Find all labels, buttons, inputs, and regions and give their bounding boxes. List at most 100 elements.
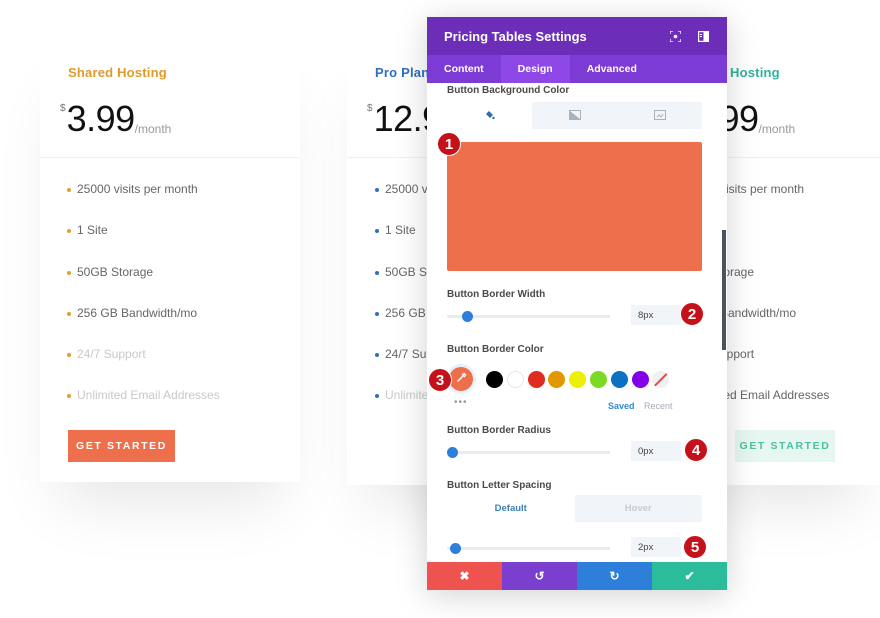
tab-advanced[interactable]: Advanced <box>570 55 654 83</box>
bullet-icon <box>67 311 71 316</box>
swatch-purple[interactable] <box>631 371 649 388</box>
get-started-button[interactable]: GET STARTED <box>735 430 835 462</box>
tab-design[interactable]: Design <box>500 55 570 83</box>
tab-default[interactable]: Default <box>447 495 575 522</box>
border-width-input[interactable]: 8px <box>631 305 681 325</box>
border-radius-label: Button Border Radius <box>447 425 551 436</box>
price-period: /month <box>134 122 172 136</box>
tab-gradient[interactable] <box>532 102 617 129</box>
modal-tabs: Content Design Advanced <box>427 55 727 83</box>
undo-button[interactable]: ↺ <box>502 562 577 590</box>
split-view-icon[interactable] <box>690 23 717 50</box>
border-radius-slider[interactable] <box>447 447 610 458</box>
close-icon: ✖ <box>459 569 470 583</box>
bullet-icon <box>375 188 379 192</box>
pricing-card-shared-hosting: Shared Hosting $ 3.99 /month 25000 visit… <box>40 40 300 482</box>
feature-item <box>720 223 829 264</box>
bullet-icon <box>375 229 379 234</box>
step-badge: 1 <box>437 132 461 156</box>
paint-bucket-icon <box>484 107 495 125</box>
modal-header[interactable]: Pricing Tables Settings <box>427 17 727 55</box>
gradient-icon <box>568 107 581 125</box>
tab-hover[interactable]: Hover <box>575 495 703 522</box>
letter-spacing-slider[interactable] <box>447 543 610 554</box>
step-badge: 2 <box>680 302 704 326</box>
color-picker-button[interactable] <box>449 367 473 391</box>
get-started-button[interactable]: GET STARTED <box>68 430 175 462</box>
feature-item: 50GB Storage <box>67 265 220 306</box>
swatch-black[interactable] <box>486 371 503 388</box>
tab-content[interactable]: Content <box>427 55 501 83</box>
feature-list: visits per month torage Bandwidth/mo upp… <box>720 182 829 430</box>
swatch-blue[interactable] <box>610 371 628 388</box>
redo-button[interactable]: ↻ <box>577 562 652 590</box>
slider-handle[interactable] <box>450 543 462 554</box>
price: $ 3.99 /month <box>60 98 171 140</box>
undo-icon: ↺ <box>534 569 545 583</box>
feature-item: 1 Site <box>67 223 220 264</box>
feature-item: visits per month <box>720 182 805 196</box>
bg-color-label: Button Background Color <box>447 85 570 96</box>
image-icon <box>653 107 666 125</box>
card-title: Shared Hosting <box>68 65 167 80</box>
cancel-button[interactable]: ✖ <box>427 562 502 590</box>
feature-item: 256 GB Bandwidth/mo <box>67 306 220 347</box>
bullet-icon <box>67 353 71 358</box>
border-radius-input[interactable]: 0px <box>631 441 681 461</box>
border-color-label: Button Border Color <box>447 344 544 355</box>
letter-spacing-input[interactable]: 2px <box>631 537 681 557</box>
recent-colors-tab[interactable]: Recent <box>644 401 673 411</box>
swatch-none[interactable] <box>652 371 670 388</box>
letter-spacing-label: Button Letter Spacing <box>447 480 552 491</box>
fullscreen-icon[interactable] <box>662 23 689 50</box>
swatch-red[interactable] <box>527 371 545 388</box>
swatch-green[interactable] <box>589 371 607 388</box>
swatch-white[interactable] <box>506 371 524 388</box>
feature-item: 256 GB <box>375 306 430 347</box>
border-width-label: Button Border Width <box>447 289 546 300</box>
divider <box>40 157 300 158</box>
bullet-icon <box>375 353 379 358</box>
background-color-preview[interactable] <box>447 142 702 271</box>
swatch-orange[interactable] <box>548 371 566 388</box>
check-icon: ✔ <box>684 569 695 583</box>
feature-item: 50GB St <box>375 265 430 306</box>
bullet-icon <box>375 394 379 399</box>
letter-spacing-state-tabs: Default Hover <box>447 495 702 522</box>
currency-symbol: $ <box>60 103 66 114</box>
eyedropper-icon <box>456 370 467 388</box>
bullet-icon <box>67 229 71 234</box>
price-period: /month <box>758 122 796 136</box>
save-button[interactable]: ✔ <box>652 562 727 590</box>
slider-handle[interactable] <box>447 447 458 458</box>
feature-item: 25000 visits per month <box>67 182 220 223</box>
feature-list: 25000 visits per month 1 Site 50GB Stora… <box>67 182 220 430</box>
bullet-icon <box>375 270 379 275</box>
swatch-yellow[interactable] <box>569 371 587 388</box>
more-options-icon[interactable]: ••• <box>454 397 468 408</box>
card-title: Pro Plan <box>375 65 430 80</box>
tab-image[interactable] <box>617 102 702 129</box>
currency-symbol: $ <box>367 103 373 114</box>
feature-item: 1 Site <box>375 223 430 264</box>
background-type-tabs <box>447 102 702 129</box>
redo-icon: ↻ <box>609 569 620 583</box>
feature-item-excluded: 24/7 Support <box>67 347 220 388</box>
step-badge: 4 <box>684 438 708 462</box>
feature-item: upport <box>720 347 755 362</box>
feature-item-excluded: Unlimite <box>375 388 430 429</box>
step-badge: 5 <box>683 535 707 559</box>
saved-colors-tab[interactable]: Saved <box>608 401 635 411</box>
feature-list: 25000 vi 1 Site 50GB St 256 GB 24/7 Su U… <box>375 182 430 430</box>
price-amount: 3.99 <box>66 98 136 139</box>
border-width-slider[interactable] <box>447 311 610 322</box>
feature-item: ted Email Addresses <box>720 388 830 403</box>
bullet-icon <box>375 311 379 316</box>
settings-panel: Button Background Color 1 Button Border … <box>427 83 727 562</box>
color-swatches <box>486 371 670 388</box>
tab-color[interactable] <box>447 102 532 129</box>
slider-handle[interactable] <box>462 311 474 322</box>
feature-item: 24/7 Su <box>375 347 430 388</box>
pricing-tables-settings-modal: Pricing Tables Settings Content Design A… <box>427 17 727 590</box>
scrollbar[interactable] <box>722 230 726 350</box>
